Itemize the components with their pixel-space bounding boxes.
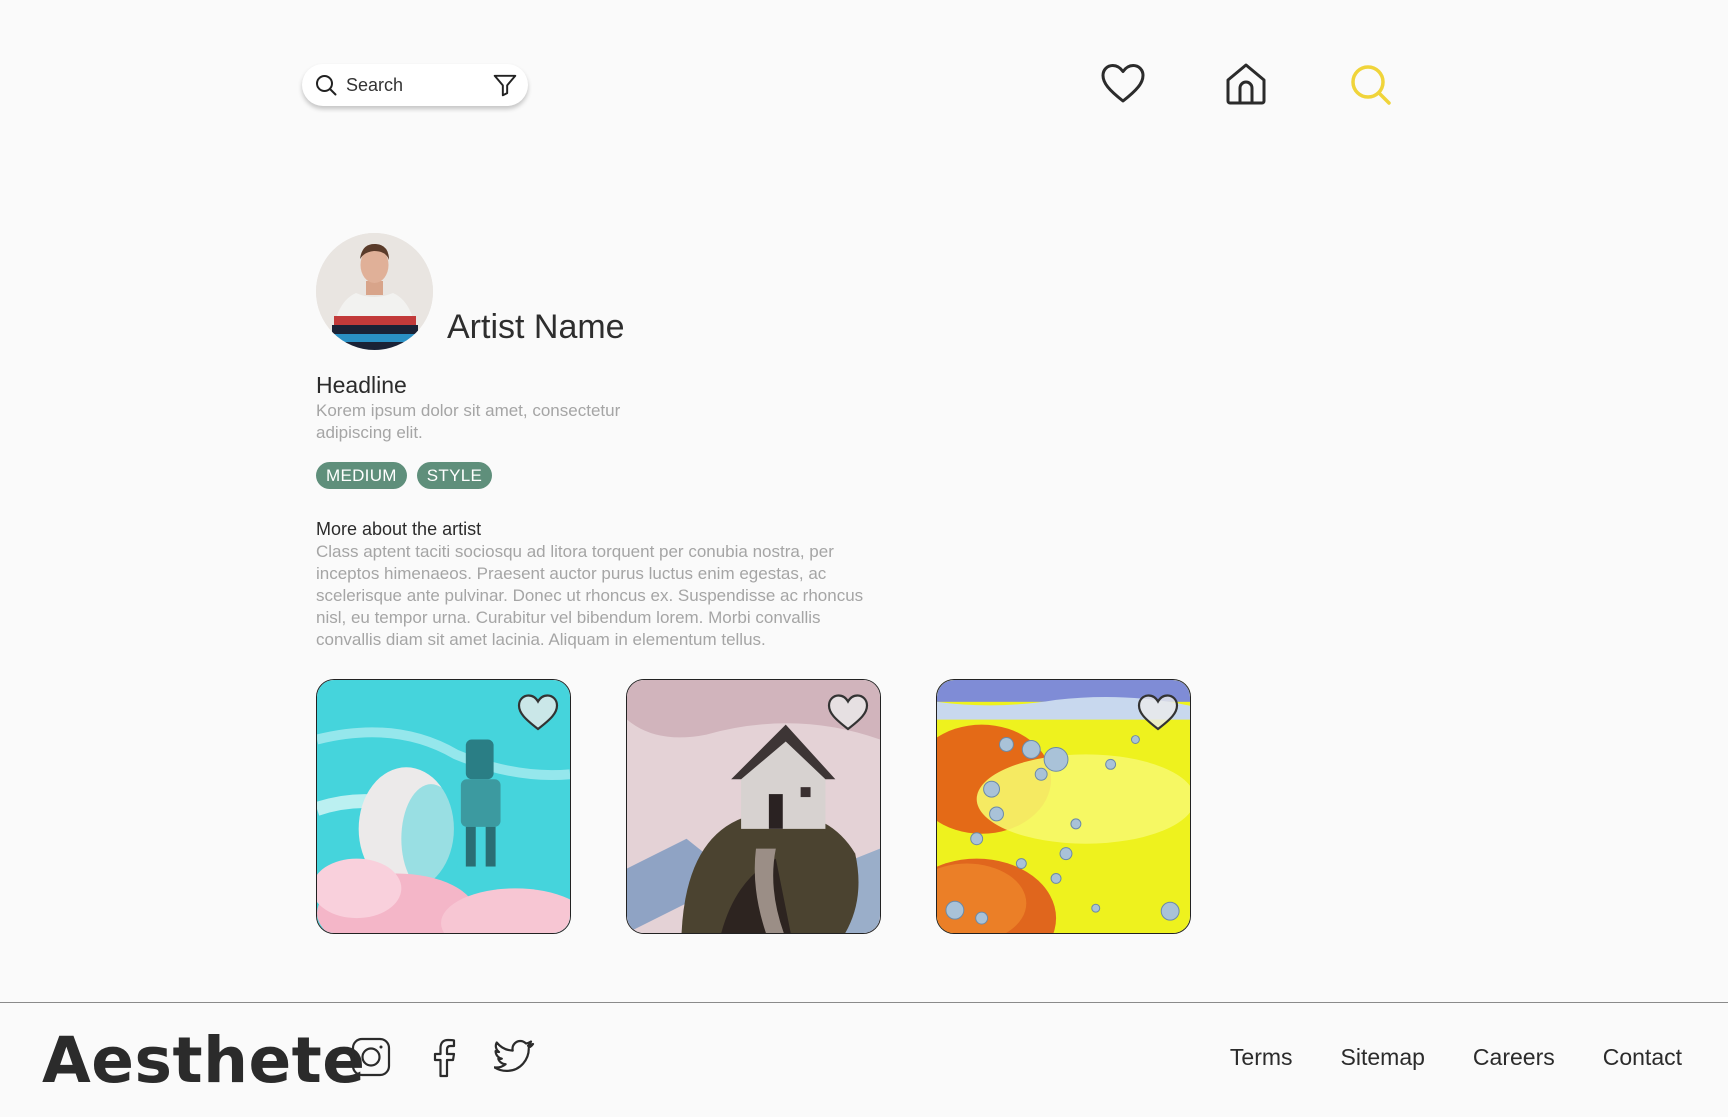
footer-link-careers[interactable]: Careers (1473, 1044, 1555, 1071)
search-icon (316, 75, 337, 96)
footer-link-terms[interactable]: Terms (1230, 1044, 1293, 1071)
search-input[interactable] (346, 74, 476, 96)
footer-divider (0, 1002, 1728, 1003)
artwork-card[interactable] (626, 679, 881, 934)
heart-icon[interactable] (516, 692, 560, 732)
headline: Headline (316, 372, 407, 398)
tag-style[interactable]: STYLE (416, 462, 493, 489)
tag-medium[interactable]: MEDIUM (316, 462, 407, 489)
instagram-icon[interactable] (350, 1036, 392, 1078)
artwork-card[interactable] (936, 679, 1191, 934)
search-bar[interactable] (302, 64, 528, 106)
brand-logo[interactable]: Aesthete (42, 1024, 366, 1097)
artwork-card[interactable] (316, 679, 571, 934)
headline-description: Korem ipsum dolor sit amet, consectetur … (316, 401, 621, 442)
avatar (316, 233, 433, 350)
search-nav-icon[interactable] (1346, 60, 1394, 108)
facebook-icon[interactable] (423, 1036, 465, 1078)
footer-links: Terms Sitemap Careers Contact (1230, 1044, 1682, 1071)
favorites-heart-icon[interactable] (1099, 60, 1147, 108)
more-about-title: More about the artist (316, 519, 482, 539)
more-about-text: Class aptent taciti sociosqu ad litora t… (316, 542, 864, 649)
heart-icon[interactable] (826, 692, 870, 732)
filter-icon[interactable] (492, 72, 518, 98)
heart-icon[interactable] (1136, 692, 1180, 732)
footer-link-contact[interactable]: Contact (1603, 1044, 1682, 1071)
artist-name: Artist Name (447, 308, 625, 346)
home-icon[interactable] (1222, 60, 1270, 108)
twitter-icon[interactable] (494, 1036, 536, 1078)
tag-list: MEDIUM STYLE (316, 462, 493, 489)
footer-link-sitemap[interactable]: Sitemap (1341, 1044, 1425, 1071)
